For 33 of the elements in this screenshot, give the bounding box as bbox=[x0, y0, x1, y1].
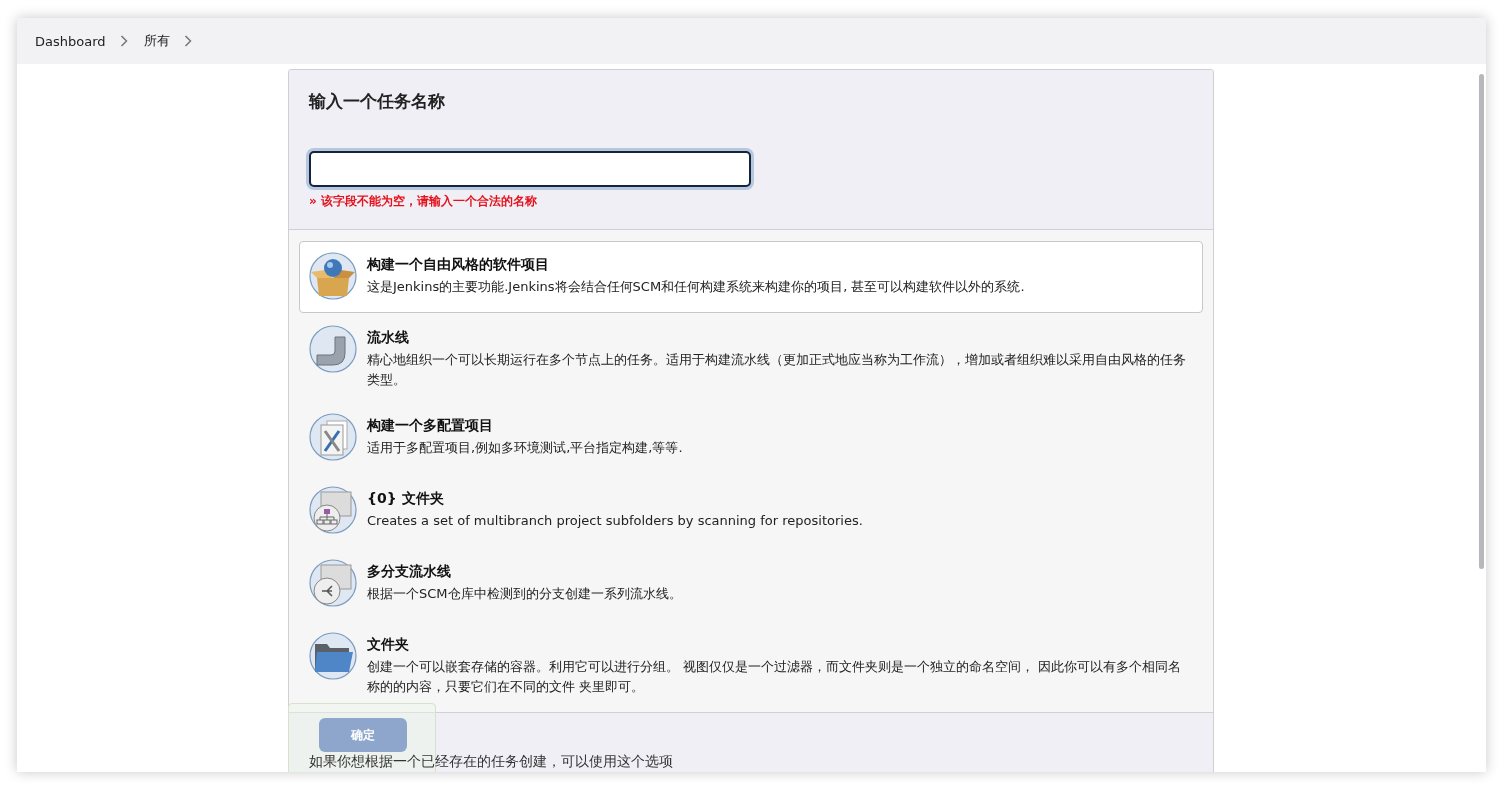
folder-icon bbox=[309, 632, 357, 680]
name-input-field[interactable] bbox=[309, 151, 751, 187]
item-type-description: Creates a set of multibranch project subfolders by scanning for repositories. bbox=[367, 512, 863, 530]
tools-document-icon bbox=[309, 413, 357, 461]
box-icon bbox=[309, 252, 357, 300]
copy-option-label: 如果你想根据一个已经存在的任务创建，可以使用这个选项 bbox=[309, 753, 673, 769]
item-type-title: 构建一个多配置项目 bbox=[367, 416, 494, 434]
item-type-option[interactable]: 流水线 精心地组织一个可以长期运行在多个节点上的任务。适用于构建流水线（更加正式地应当称为工作流），增加或者组织难以采用自由风格的任务类型。 bbox=[299, 314, 1203, 401]
item-type-option[interactable]: 文件夹 创建一个可以嵌套存储的容器。利用它可以进行分组。 视图仅仅是一个过滤器，而文件夹则是一个独立的命名空间， 因此你可以有多个相同名称的的内容，只要它们在不同的文件 夹里即可。 bbox=[299, 621, 1203, 708]
item-type-title: 多分支流水线 bbox=[367, 562, 452, 580]
item-type-title: {0} 文件夹 bbox=[367, 489, 445, 507]
branch-folder-icon bbox=[309, 559, 357, 607]
item-type-description: 适用于多配置项目,例如多环境测试,平台指定构建,等等. bbox=[367, 439, 683, 457]
item-type-option[interactable]: 构建一个多配置项目 适用于多配置项目,例如多环境测试,平台指定构建,等等. bbox=[299, 402, 1203, 474]
item-type-option[interactable]: 构建一个自由风格的软件项目 这是Jenkins的主要功能.Jenkins将会结合任何SCM和任何构建系统来构建你的项目, 甚至可以构建软件以外的系统. bbox=[299, 241, 1203, 313]
pipe-icon bbox=[309, 325, 357, 373]
item-type-description: 这是Jenkins的主要功能.Jenkins将会结合任何SCM和任何构建系统来构建你的项目, 甚至可以构建软件以外的系统. bbox=[367, 278, 1025, 296]
item-type-description: 创建一个可以嵌套存储的容器。利用它可以进行分组。 视图仅仅是一个过滤器，而文件夹则是一个独立的命名空间， 因此你可以有多个相同名称的的内容，只要它们在不同的文件 夹里即可。 bbox=[367, 658, 1183, 696]
breadcrumb-link[interactable]: Dashboard bbox=[35, 33, 106, 49]
item-type-title: 文件夹 bbox=[367, 635, 410, 653]
network-folder-icon bbox=[309, 486, 357, 534]
item-type-description: 精心地组织一个可以长期运行在多个节点上的任务。适用于构建流水线（更加正式地应当称为工作流），增加或者组织难以采用自由风格的任务类型。 bbox=[367, 351, 1187, 389]
error-message: » 该字段不能为空，请输入一个合法的名称 bbox=[309, 193, 538, 210]
item-type-title: 流水线 bbox=[367, 328, 410, 346]
item-type-title: 构建一个自由风格的软件项目 bbox=[367, 255, 550, 273]
form-title: 输入一个任务名称 bbox=[309, 90, 446, 113]
item-type-description: 根据一个SCM仓库中检测到的分支创建一系列流水线。 bbox=[367, 585, 682, 603]
chevron-right-icon bbox=[183, 35, 192, 47]
breadcrumb-link[interactable]: 所有 bbox=[143, 32, 170, 50]
item-type-option[interactable]: {0} 文件夹 Creates a set of multibranch project subfolders by scanning for repositories. bbox=[299, 475, 1203, 547]
item-type-option[interactable]: 多分支流水线 根据一个SCM仓库中检测到的分支创建一系列流水线。 bbox=[299, 548, 1203, 620]
scrollbar[interactable] bbox=[1479, 74, 1484, 569]
chevron-right-icon bbox=[119, 35, 128, 47]
